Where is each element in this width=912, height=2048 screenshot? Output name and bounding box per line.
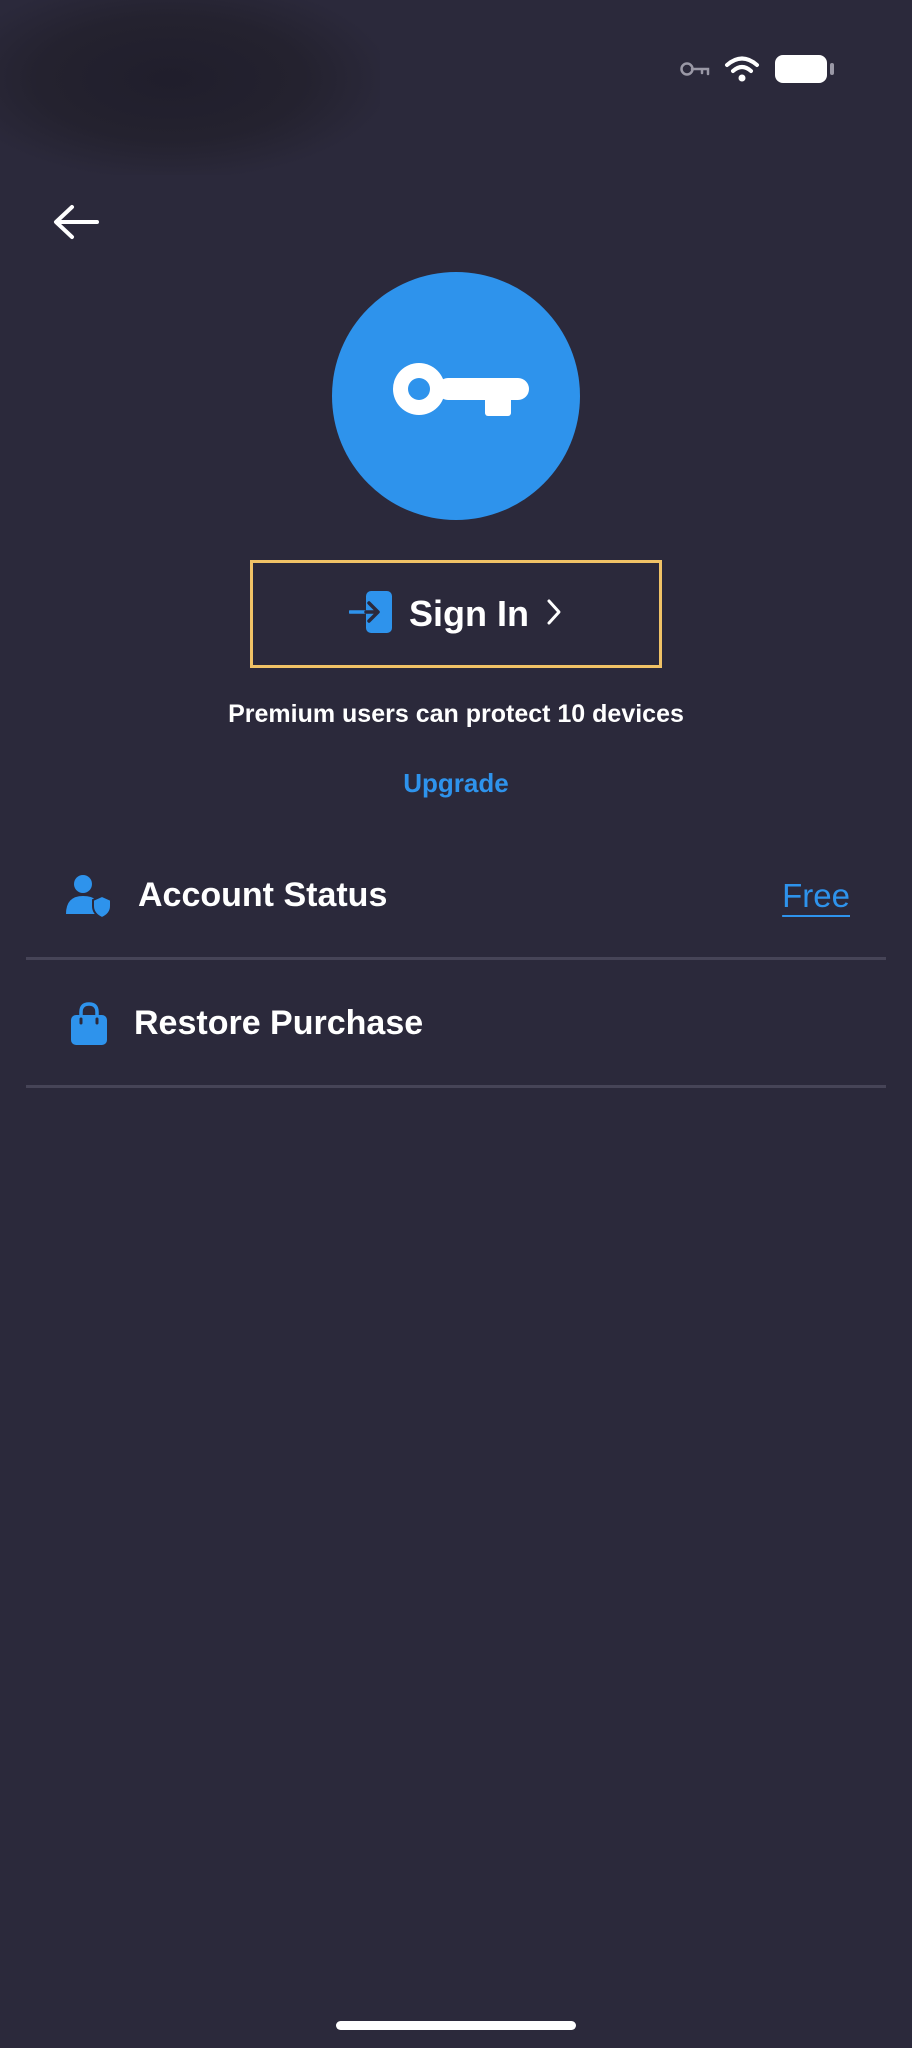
- blurred-status-area: [0, 0, 380, 175]
- account-status-value[interactable]: Free: [782, 877, 850, 915]
- account-status-row[interactable]: Account Status Free: [26, 834, 886, 960]
- shopping-bag-icon: [64, 1001, 114, 1046]
- back-button[interactable]: [44, 196, 108, 252]
- battery-icon: [774, 54, 836, 84]
- user-shield-icon: [64, 874, 114, 918]
- arrow-left-icon: [52, 204, 100, 245]
- account-status-label: Account Status: [138, 876, 388, 914]
- upgrade-link[interactable]: Upgrade: [0, 768, 912, 799]
- home-indicator[interactable]: [336, 2021, 576, 2030]
- premium-info-text: Premium users can protect 10 devices: [228, 700, 684, 728]
- wifi-icon: [724, 55, 760, 83]
- key-logo: [332, 272, 580, 520]
- restore-purchase-row[interactable]: Restore Purchase: [26, 962, 886, 1088]
- sign-in-button[interactable]: Sign In: [250, 560, 662, 668]
- sign-in-label: Sign In: [409, 593, 529, 634]
- chevron-right-icon: [545, 598, 563, 631]
- status-bar: [680, 54, 836, 84]
- restore-purchase-label: Restore Purchase: [134, 1004, 424, 1042]
- login-icon: [348, 590, 393, 638]
- key-icon: [381, 356, 531, 437]
- vpn-key-icon: [680, 60, 710, 78]
